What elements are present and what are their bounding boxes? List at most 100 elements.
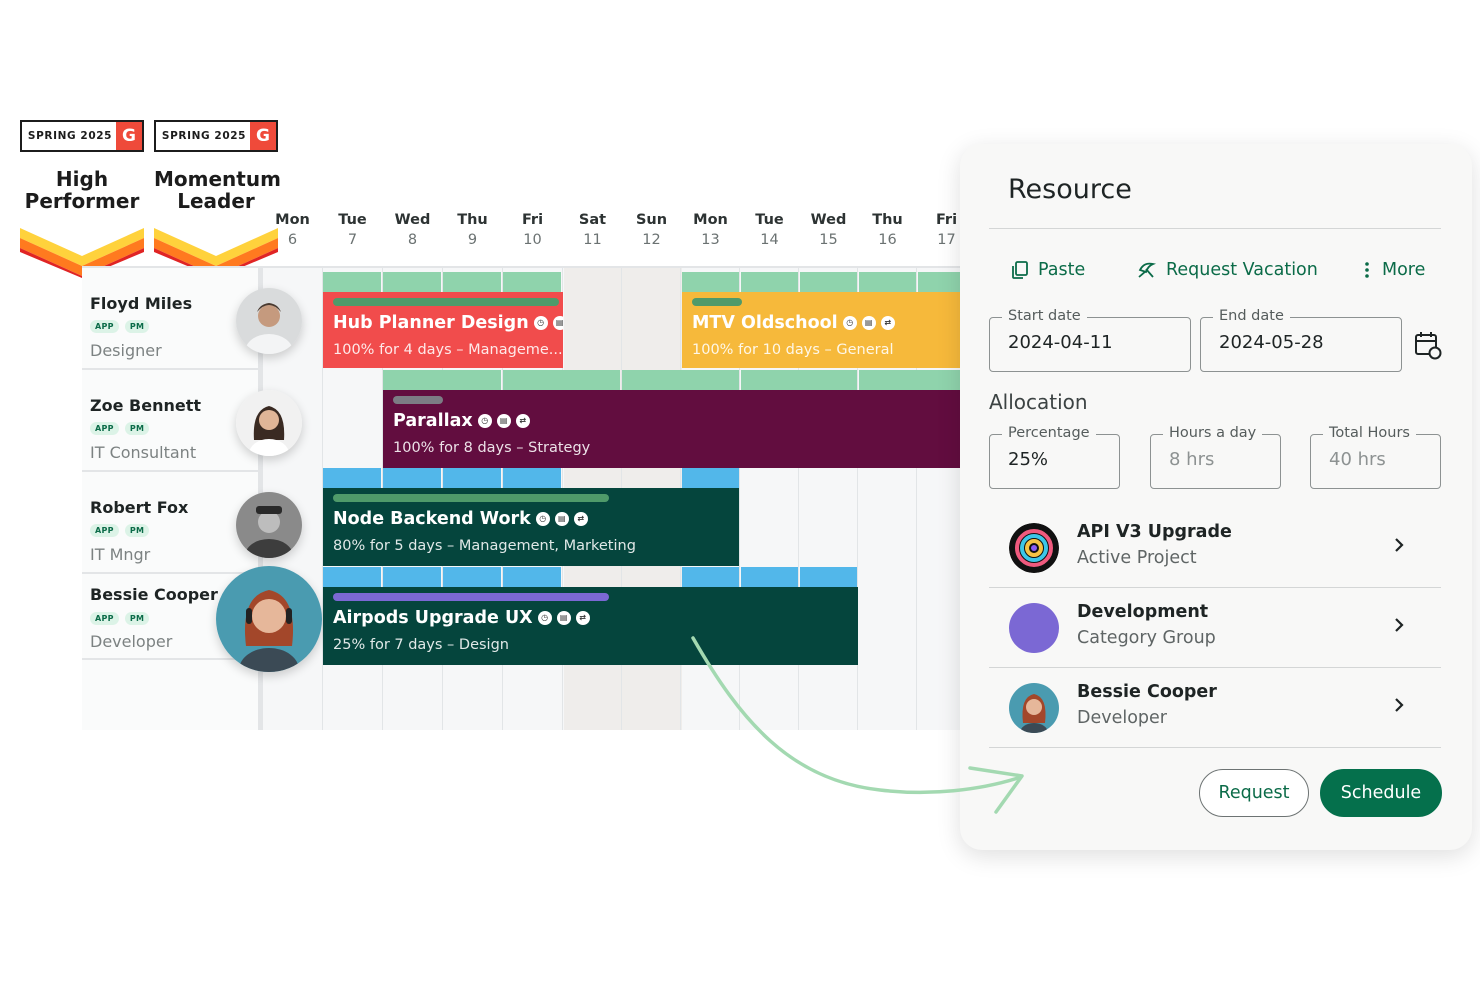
- calendar-refresh-icon[interactable]: [1414, 330, 1442, 360]
- request-vacation-button[interactable]: Request Vacation: [1136, 260, 1318, 280]
- day-header-fri-10[interactable]: Fri 10: [503, 200, 562, 268]
- clock-icon: ◷: [535, 512, 550, 526]
- day-header-mon-13[interactable]: Mon 13: [681, 200, 740, 268]
- day-header-wed-8[interactable]: Wed 8: [383, 200, 442, 268]
- day-number: 6: [287, 232, 298, 248]
- repeat-icon: ⇄: [575, 611, 590, 625]
- more-vertical-icon: [1365, 262, 1369, 278]
- resource-name: Zoe Bennett: [90, 396, 201, 415]
- end-date-field[interactable]: End date 2024-05-28: [1200, 308, 1402, 372]
- day-name: Sun: [635, 212, 668, 228]
- total-hours-field[interactable]: Total Hours 40 hrs: [1310, 425, 1441, 489]
- start-date-field[interactable]: Start date 2024-04-11: [989, 308, 1191, 372]
- task-title-text: Airpods Upgrade UX: [333, 608, 533, 628]
- task-parallax[interactable]: Parallax ◷ ▤ ⇄ 100% for 8 days – Strateg…: [383, 390, 960, 468]
- avatar-zoe-bennett[interactable]: [236, 390, 302, 456]
- list-item-development[interactable]: Development Category Group: [989, 588, 1441, 668]
- tag-badge: APP: [90, 524, 119, 537]
- percentage-label: Percentage: [1002, 425, 1096, 441]
- task-mtv-oldschool[interactable]: MTV Oldschool ◷ ▤ ⇄ 100% for 10 days – G…: [682, 292, 960, 368]
- resource-row-robert-fox[interactable]: Robert Fox APP PM IT Mngr: [82, 472, 258, 574]
- task-title: Hub Planner Design ◷ ▤: [333, 313, 563, 333]
- badge-title-line1: Momentum: [154, 167, 281, 191]
- resource-row-zoe-bennett[interactable]: Zoe Bennett APP PM IT Consultant: [82, 370, 258, 472]
- badge-season: SPRING 2025: [161, 130, 247, 142]
- task-subtitle: 100% for 10 days – General: [692, 342, 894, 358]
- day-header-sun-12[interactable]: Sun 12: [622, 200, 681, 268]
- request-button[interactable]: Request: [1199, 769, 1309, 817]
- task-title: Parallax ◷ ▤ ⇄: [393, 411, 530, 431]
- capacity-cell: [383, 567, 441, 587]
- avatar-floyd-miles[interactable]: [236, 288, 302, 354]
- day-name: Wed: [810, 212, 847, 228]
- day-header-tue-7[interactable]: Tue 7: [323, 200, 382, 268]
- g2-logo-icon: G: [116, 122, 142, 150]
- task-title-text: Hub Planner Design: [333, 313, 529, 333]
- day-header-tue-14[interactable]: Tue 14: [740, 200, 799, 268]
- day-number: 9: [467, 232, 478, 248]
- resource-role: Developer: [90, 632, 173, 651]
- task-node-backend-work[interactable]: Node Backend Work ◷ ▤ ⇄ 80% for 5 days –…: [323, 488, 739, 566]
- resource-row-floyd-miles[interactable]: Floyd Miles APP PM Designer: [82, 268, 258, 370]
- resource-name: Robert Fox: [90, 498, 189, 517]
- task-title: MTV Oldschool ◷ ▤ ⇄: [692, 313, 895, 333]
- note-icon: ▤: [861, 316, 876, 330]
- day-header-fri-17[interactable]: Fri 17: [917, 200, 960, 268]
- task-hub-planner-design[interactable]: Hub Planner Design ◷ ▤ 100% for 4 days –…: [323, 292, 563, 368]
- day-header-wed-15[interactable]: Wed 15: [799, 200, 858, 268]
- day-header-sat-11[interactable]: Sat 11: [563, 200, 622, 268]
- list-item-subtitle: Category Group: [1077, 628, 1216, 648]
- tag-badge: APP: [90, 612, 119, 625]
- avatar-bessie-cooper[interactable]: [216, 566, 322, 672]
- day-name: Fri: [521, 212, 544, 228]
- day-number: 17: [937, 232, 956, 248]
- hours-a-day-field[interactable]: Hours a day 8 hrs: [1150, 425, 1281, 489]
- day-header-mon-6[interactable]: Mon 6: [263, 200, 322, 268]
- list-item-api-v3-upgrade[interactable]: API V3 Upgrade Active Project: [989, 508, 1441, 588]
- capacity-cell: [443, 468, 501, 488]
- resource-role: IT Mngr: [90, 545, 151, 564]
- clock-icon: ◷: [842, 316, 857, 330]
- total-hours-label: Total Hours: [1323, 425, 1416, 441]
- percentage-value: 25%: [1008, 449, 1049, 470]
- day-number: 14: [760, 232, 779, 248]
- capacity-cell: [682, 468, 739, 488]
- day-header-thu-16[interactable]: Thu 16: [858, 200, 917, 268]
- tag-badge: PM: [124, 422, 150, 435]
- capacity-cell: [383, 272, 441, 292]
- paste-button[interactable]: Paste: [1010, 260, 1085, 280]
- note-icon: ▤: [554, 512, 569, 526]
- avatar-robert-fox[interactable]: [236, 492, 302, 558]
- list-item-subtitle: Active Project: [1077, 548, 1197, 568]
- capacity-cell: [682, 272, 739, 292]
- person-avatar-icon: [216, 566, 322, 672]
- start-date-value: 2024-04-11: [1008, 332, 1113, 353]
- badge-title-line1: High: [55, 167, 109, 191]
- task-airpods-upgrade-ux[interactable]: Airpods Upgrade UX ◷ ▤ ⇄ 25% for 7 days …: [323, 587, 858, 665]
- day-name: Thu: [872, 212, 903, 228]
- end-date-label: End date: [1213, 308, 1290, 324]
- capacity-cell: [741, 567, 798, 587]
- schedule-button[interactable]: Schedule: [1320, 769, 1442, 817]
- percentage-field[interactable]: Percentage 25%: [989, 425, 1120, 489]
- tag-badge: APP: [90, 320, 119, 333]
- day-name: Wed: [394, 212, 431, 228]
- start-date-label: Start date: [1002, 308, 1087, 324]
- resource-name: Floyd Miles: [90, 294, 193, 313]
- task-title: Node Backend Work ◷ ▤ ⇄: [333, 509, 588, 529]
- request-vacation-label: Request Vacation: [1166, 260, 1318, 280]
- person-avatar-icon: [236, 492, 302, 558]
- capacity-cell: [323, 272, 381, 292]
- capacity-cell: [859, 370, 960, 390]
- repeat-icon: ⇄: [573, 512, 588, 526]
- day-header-thu-9[interactable]: Thu 9: [443, 200, 502, 268]
- day-number: 10: [523, 232, 542, 248]
- resource-role: IT Consultant: [90, 443, 197, 462]
- task-progress-bar: [333, 298, 559, 306]
- capacity-cell: [741, 370, 857, 390]
- tag-badge: PM: [124, 320, 150, 333]
- list-item-bessie-cooper[interactable]: Bessie Cooper Developer: [989, 668, 1441, 748]
- more-button[interactable]: More: [1360, 260, 1425, 280]
- person-avatar-icon: [236, 390, 302, 456]
- allocation-title: Allocation: [989, 390, 1088, 414]
